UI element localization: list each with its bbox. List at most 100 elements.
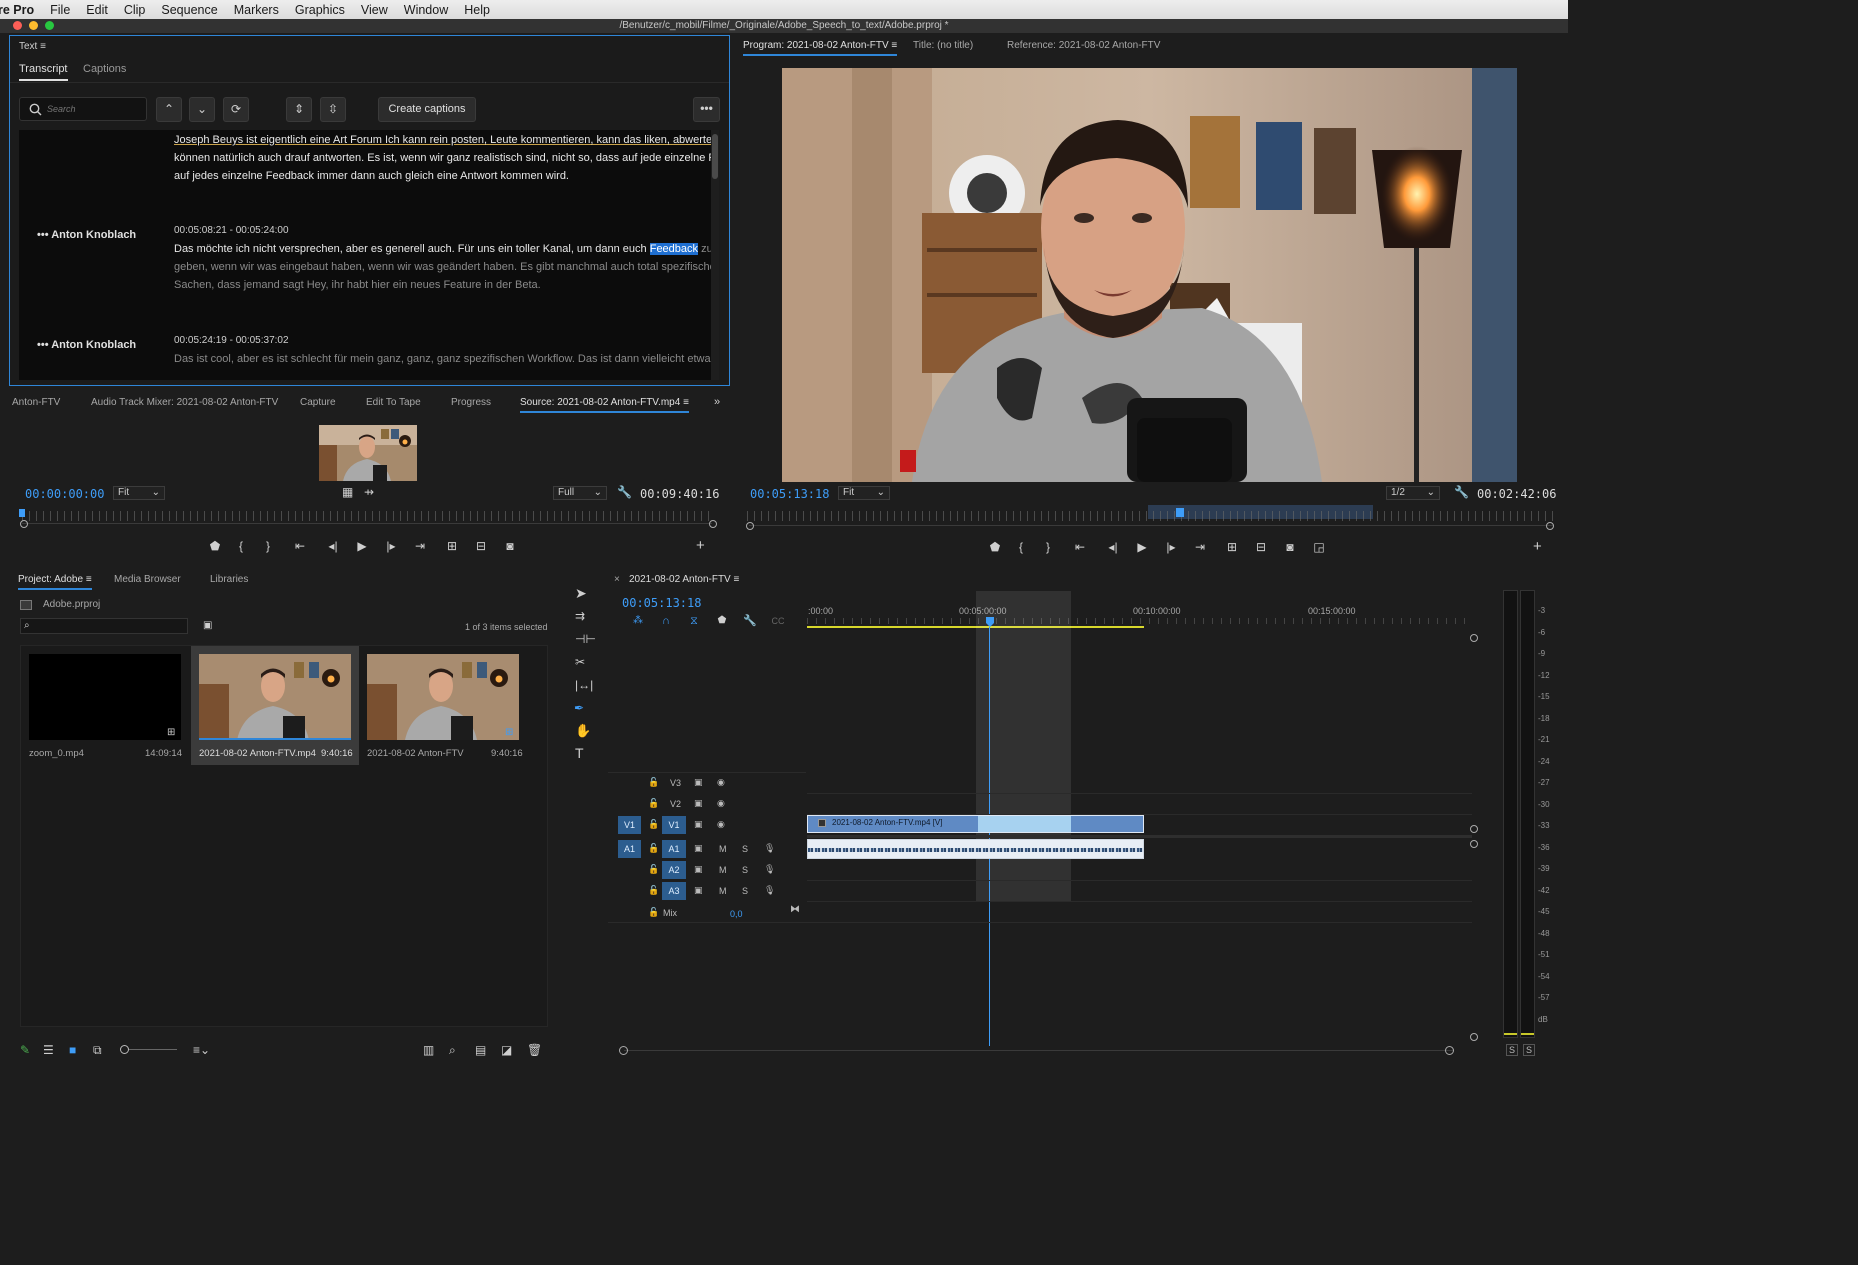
solo-button[interactable]: S [742, 844, 748, 854]
freeform-view-icon[interactable]: ⧉ [93, 1043, 102, 1057]
tab-media-browser[interactable]: Media Browser [114, 574, 181, 585]
source-zoom-select[interactable]: Fit ⌄ [113, 486, 165, 500]
source-quality-select[interactable]: Full ⌄ [553, 486, 607, 500]
track-label-a1[interactable]: A1 [662, 840, 686, 858]
mark-out-icon[interactable]: } [257, 539, 279, 553]
program-time-ruler[interactable] [747, 511, 1553, 521]
tab-captions[interactable]: Captions [83, 63, 126, 75]
tab-program[interactable]: Program: 2021-08-02 Anton-FTV ≡ [743, 40, 898, 56]
tab-source[interactable]: Source: 2021-08-02 Anton-FTV.mp4 ≡ [520, 397, 689, 413]
lock-track-icon[interactable]: 🔓 [648, 777, 659, 788]
timeline-ruler[interactable]: :00:00 00:05:00:00 00:10:00:00 00:15:00:… [807, 606, 1472, 628]
pen-tool-icon[interactable]: ✒ [574, 701, 584, 715]
lift-icon[interactable]: ⊞ [1217, 540, 1247, 554]
tab-transcript[interactable]: Transcript [19, 63, 68, 81]
mix-value[interactable]: 0,0 [730, 909, 743, 919]
go-to-out-icon[interactable]: ⇥ [1183, 540, 1217, 554]
program-playhead[interactable] [1176, 508, 1184, 517]
linked-selection-icon[interactable]: ⧖ [680, 614, 708, 628]
zoom-slider[interactable] [121, 1049, 177, 1050]
step-forward-icon[interactable]: |▸ [379, 539, 403, 553]
source-patch-a1[interactable]: A1 [618, 840, 641, 858]
scrollbar[interactable] [711, 130, 719, 380]
more-options-button[interactable]: ••• [693, 97, 720, 122]
eye-icon[interactable]: ◉ [717, 777, 725, 788]
source-time-ruler[interactable] [22, 511, 712, 521]
split-segment-button[interactable]: ⇕ [286, 97, 312, 122]
scroll-handle-right[interactable] [1546, 522, 1554, 530]
type-tool-icon[interactable]: T [575, 746, 584, 760]
menu-edit[interactable]: Edit [78, 3, 116, 17]
vscroll-handle[interactable] [1470, 1033, 1478, 1041]
mark-out-icon[interactable]: } [1037, 540, 1059, 554]
create-captions-button[interactable]: Create captions [378, 97, 476, 122]
eye-icon[interactable]: ◉ [717, 798, 725, 809]
microphone-icon[interactable]: 🎙 [764, 864, 775, 875]
eye-icon[interactable]: ◉ [717, 819, 725, 830]
step-back-icon[interactable]: ◂| [321, 539, 345, 553]
lock-track-icon[interactable]: 🔓 [648, 885, 659, 896]
sync-lock-icon[interactable]: ▣ [694, 885, 703, 896]
camera-icon[interactable]: ◙ [495, 539, 525, 553]
lock-track-icon[interactable]: 🔓 [648, 864, 659, 875]
track-label-a2[interactable]: A2 [662, 861, 686, 879]
selection-tool-icon[interactable]: ➤ [575, 586, 587, 600]
step-forward-icon[interactable]: |▸ [1159, 540, 1183, 554]
insert-icon[interactable]: ⊞ [437, 539, 467, 553]
camera-icon[interactable]: ◙ [1275, 540, 1305, 554]
program-scroll-track[interactable] [749, 525, 1553, 526]
solo-button[interactable]: S [742, 865, 748, 875]
transcript-segment-1[interactable]: Joseph Beuys ist eigentlich eine Art For… [174, 131, 719, 185]
add-marker-icon[interactable]: ⬟ [205, 539, 225, 553]
slip-tool-icon[interactable]: |↔| [575, 678, 593, 692]
ripple-edit-tool-icon[interactable]: ⊣⊢ [575, 632, 596, 646]
solo-left-button[interactable]: S [1506, 1044, 1519, 1056]
comparison-view-icon[interactable]: ◲ [1305, 540, 1333, 554]
go-to-in-icon[interactable]: ⇤ [1059, 540, 1101, 554]
mute-button[interactable]: M [719, 865, 727, 875]
add-marker-icon[interactable]: ⬟ [985, 540, 1005, 554]
speaker-label[interactable]: ••• Anton Knoblach [37, 229, 136, 241]
speaker-menu-icon[interactable]: ••• [37, 229, 49, 241]
panel-overflow-icon[interactable]: » [714, 395, 720, 409]
menu-file[interactable]: File [42, 3, 78, 17]
menu-sequence[interactable]: Sequence [153, 3, 225, 17]
tab-title[interactable]: Title: (no title) [913, 40, 973, 51]
lock-track-icon[interactable]: 🔓 [648, 819, 659, 830]
sync-lock-icon[interactable]: ▣ [694, 843, 703, 854]
timeline-hscroll-track[interactable] [624, 1050, 1454, 1051]
automate-to-sequence-icon[interactable]: ▥ [423, 1043, 434, 1057]
close-window-icon[interactable] [13, 21, 22, 30]
microphone-icon[interactable]: 🎙 [764, 885, 775, 896]
microphone-icon[interactable]: 🎙 [764, 843, 775, 854]
menu-window[interactable]: Window [396, 3, 456, 17]
search-field[interactable] [19, 97, 147, 121]
track-select-tool-icon[interactable]: ⇉ [575, 609, 585, 623]
program-zoom-select[interactable]: Fit ⌄ [838, 486, 890, 500]
zoom-window-icon[interactable] [45, 21, 54, 30]
wrench-icon[interactable]: 🔧 [617, 485, 632, 499]
minimize-window-icon[interactable] [29, 21, 38, 30]
list-view-icon[interactable]: ☰ [43, 1043, 54, 1057]
sync-lock-icon[interactable]: ▣ [694, 864, 703, 875]
lock-track-icon[interactable]: 🔓 [648, 907, 659, 918]
menu-view[interactable]: View [353, 3, 396, 17]
razor-tool-icon[interactable]: ✂ [575, 655, 585, 669]
track-label-v3[interactable]: V3 [670, 778, 681, 788]
sort-icon[interactable]: ≡⌄ [193, 1043, 210, 1057]
tab-reference[interactable]: Reference: 2021-08-02 Anton-FTV [1007, 40, 1160, 51]
add-marker-icon[interactable]: ⬟ [708, 614, 736, 628]
extract-icon[interactable]: ⊟ [1247, 540, 1275, 554]
sync-lock-icon[interactable]: ▣ [694, 777, 703, 788]
sequence-tab[interactable]: 2021-08-02 Anton-FTV ≡ [629, 574, 739, 585]
scroll-handle-right[interactable] [709, 520, 717, 528]
merge-segments-button[interactable]: ⇳ [320, 97, 346, 122]
source-timecode[interactable]: 00:00:00:00 [25, 487, 104, 501]
app-name[interactable]: re Pro [0, 3, 42, 17]
step-back-icon[interactable]: ◂| [1101, 540, 1125, 554]
project-item[interactable]: ⊞ 2021-08-02 Anton-FTV 9:40:16 [361, 648, 527, 763]
transcript-segment-3[interactable]: Das ist cool, aber es ist schlecht für m… [174, 350, 719, 368]
mark-in-icon[interactable]: { [225, 539, 257, 553]
close-sequence-icon[interactable]: × [614, 574, 620, 585]
menu-help[interactable]: Help [456, 3, 498, 17]
